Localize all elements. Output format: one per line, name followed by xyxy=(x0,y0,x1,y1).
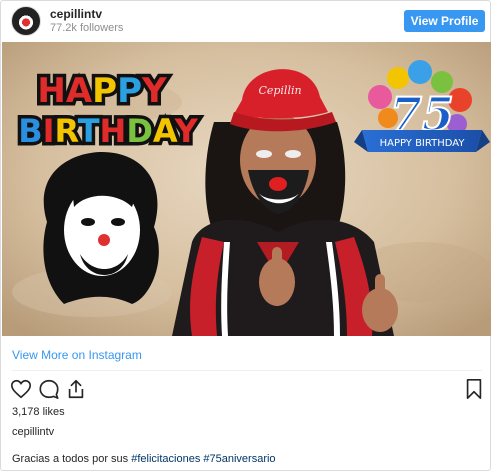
post-header: cepillintv 77.2k followers View Profile xyxy=(1,1,490,41)
post-image[interactable]: HAPPY HAPPY BIRTHDAY BIRTHDAY Cepillin 7… xyxy=(2,42,491,336)
like-count: 3,178 likes xyxy=(12,406,65,418)
instagram-embed-card: cepillintv 77.2k followers View Profile xyxy=(0,0,491,471)
bookmark-icon[interactable] xyxy=(464,378,484,400)
svg-text:HAPPY BIRTHDAY: HAPPY BIRTHDAY xyxy=(380,138,466,149)
comment-icon[interactable] xyxy=(38,378,60,400)
svg-text:BIRTHDAY: BIRTHDAY xyxy=(18,112,198,150)
share-icon[interactable] xyxy=(65,378,87,400)
post-image-illustration: HAPPY HAPPY BIRTHDAY BIRTHDAY Cepillin 7… xyxy=(2,42,491,336)
follower-count: 77.2k followers xyxy=(50,22,124,34)
hashtag-75aniversario[interactable]: #75aniversario xyxy=(203,453,275,465)
avatar[interactable] xyxy=(11,6,41,36)
view-profile-button[interactable]: View Profile xyxy=(404,10,485,32)
divider xyxy=(12,370,482,371)
hashtag-felicitaciones[interactable]: #felicitaciones xyxy=(131,453,200,465)
clown-cartoon xyxy=(43,152,159,304)
heart-icon[interactable] xyxy=(10,378,32,400)
caption-text: Gracias a todos por sus xyxy=(12,453,132,465)
post-owner[interactable]: cepillintv xyxy=(12,426,54,438)
svg-text:Cepillin: Cepillin xyxy=(258,84,301,97)
view-more-link[interactable]: View More on Instagram xyxy=(12,348,142,362)
username[interactable]: cepillintv xyxy=(50,7,102,21)
post-caption: Gracias a todos por sus #felicitaciones … xyxy=(12,453,276,465)
svg-text:HAPPY: HAPPY xyxy=(37,71,167,111)
